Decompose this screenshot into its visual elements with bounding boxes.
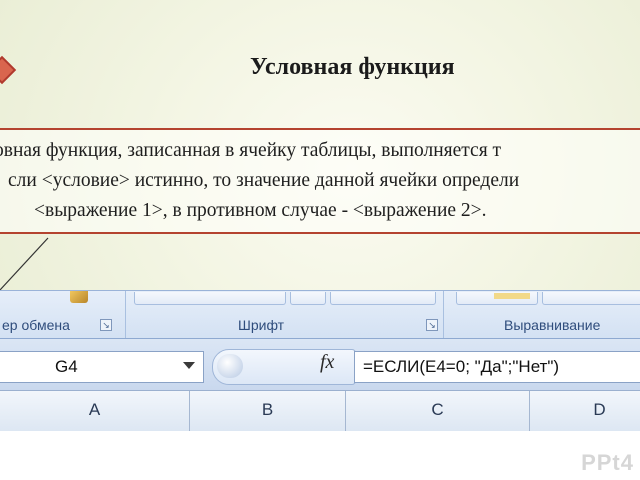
watermark: PPt4	[581, 450, 634, 475]
insert-function-icon[interactable]: fx	[320, 351, 334, 374]
font-style-controls[interactable]	[330, 292, 436, 305]
resize-handle-icon[interactable]	[217, 354, 243, 378]
paste-icon[interactable]	[70, 291, 88, 303]
formula-bar: G4 fx =ЕСЛИ(E4=0; "Да";"Нет")	[0, 338, 640, 391]
column-header-a[interactable]: A	[0, 391, 190, 431]
name-box[interactable]: G4	[0, 351, 204, 383]
highlighted-ribbon-button[interactable]	[494, 293, 530, 299]
ribbon-group-alignment: Выравнивание	[452, 291, 640, 339]
name-box-value: G4	[55, 357, 78, 376]
column-headers: A B C D	[0, 390, 640, 432]
font-size-control[interactable]	[290, 292, 326, 305]
ribbon-group-font: Шрифт ↘	[128, 291, 444, 339]
worksheet-grid[interactable]	[0, 431, 640, 480]
ribbon-group-clipboard: ер обмена ↘	[0, 291, 126, 339]
formula-input[interactable]: =ЕСЛИ(E4=0; "Да";"Нет")	[354, 351, 640, 383]
ribbon-group-label-clipboard: ер обмена	[2, 317, 70, 333]
wrap-text-control[interactable]	[542, 292, 640, 305]
font-name-control[interactable]	[134, 292, 286, 305]
ribbon-group-label-font: Шрифт	[238, 317, 285, 333]
column-header-b[interactable]: B	[190, 391, 346, 431]
excel-ribbon: ер обмена ↘ Шрифт ↘ Выравнивание	[0, 290, 640, 339]
column-header-c[interactable]: C	[346, 391, 530, 431]
chevron-down-icon[interactable]	[183, 362, 195, 369]
ribbon-group-label-alignment: Выравнивание	[504, 317, 601, 333]
clipboard-dialog-launcher-icon[interactable]: ↘	[100, 319, 112, 331]
column-header-d[interactable]: D	[530, 391, 640, 431]
font-dialog-launcher-icon[interactable]: ↘	[426, 319, 438, 331]
